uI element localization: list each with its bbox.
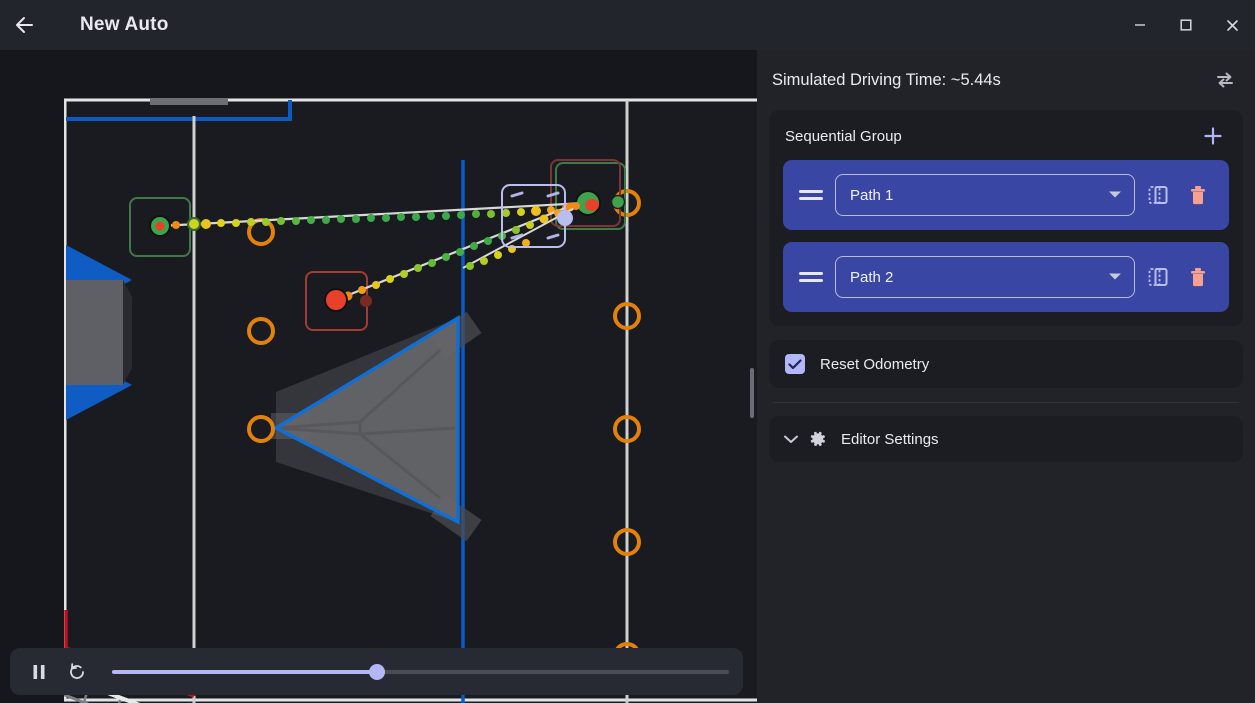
duplicate-path-button[interactable] bbox=[1141, 260, 1175, 294]
title-bar: New Auto bbox=[0, 0, 1255, 50]
editor-settings-row[interactable]: Editor Settings bbox=[769, 416, 1243, 462]
delete-path-button[interactable] bbox=[1181, 260, 1215, 294]
path-select-value: Path 1 bbox=[850, 186, 894, 204]
path-command-row[interactable]: Path 2 bbox=[783, 242, 1229, 312]
duplicate-icon bbox=[1148, 186, 1168, 204]
field-diagram bbox=[64, 98, 757, 703]
chevron-down-icon bbox=[1108, 186, 1122, 204]
playback-slider[interactable] bbox=[112, 661, 729, 683]
chevron-down-icon bbox=[1108, 268, 1122, 286]
reset-odometry-checkbox[interactable] bbox=[785, 354, 805, 374]
playback-bar bbox=[10, 648, 743, 695]
close-icon bbox=[1226, 19, 1238, 31]
close-button[interactable] bbox=[1209, 0, 1255, 50]
swap-view-button[interactable] bbox=[1210, 65, 1240, 95]
path-select-value: Path 2 bbox=[850, 268, 894, 286]
sequential-group-header: Sequential Group bbox=[783, 122, 1229, 150]
panel-divider bbox=[773, 402, 1239, 403]
restart-icon bbox=[70, 662, 84, 679]
back-button[interactable] bbox=[0, 0, 48, 50]
path-select-dropdown[interactable]: Path 2 bbox=[835, 256, 1135, 298]
pause-icon bbox=[33, 664, 45, 679]
path-select-dropdown[interactable]: Path 1 bbox=[835, 174, 1135, 216]
simulated-driving-time-label: Simulated Driving Time: ~5.44s bbox=[772, 70, 1001, 89]
auto-routine-panel: Simulated Driving Time: ~5.44s Sequentia… bbox=[757, 50, 1255, 703]
autonomous-path-editor-window: New Auto Simulated Driving Time: ~5.44s … bbox=[0, 0, 1255, 703]
slider-thumb[interactable] bbox=[369, 663, 386, 680]
drag-handle-icon[interactable] bbox=[799, 272, 823, 282]
duplicate-icon bbox=[1148, 268, 1168, 286]
minimize-button[interactable] bbox=[1117, 0, 1163, 50]
chevron-down-icon[interactable] bbox=[783, 434, 809, 444]
trash-icon bbox=[1191, 268, 1205, 287]
page-title: New Auto bbox=[80, 14, 169, 35]
plus-icon bbox=[1204, 127, 1222, 145]
drag-handle-icon[interactable] bbox=[799, 190, 823, 200]
slider-fill bbox=[112, 669, 378, 674]
sequential-group-label: Sequential Group bbox=[785, 127, 902, 145]
reset-odometry-row[interactable]: Reset Odometry bbox=[769, 340, 1243, 388]
arrow-left-icon bbox=[16, 17, 33, 33]
trash-icon bbox=[1191, 186, 1205, 205]
editor-settings-label: Editor Settings bbox=[841, 430, 939, 448]
swap-arrows-icon bbox=[1217, 72, 1233, 88]
restart-button[interactable] bbox=[62, 657, 92, 687]
panel-header: Simulated Driving Time: ~5.44s bbox=[769, 50, 1243, 110]
minimize-icon bbox=[1135, 24, 1145, 26]
duplicate-path-button[interactable] bbox=[1141, 178, 1175, 212]
field-vertical-scrollbar[interactable] bbox=[750, 368, 754, 418]
window-controls bbox=[1117, 0, 1255, 50]
sequential-group-card: Sequential Group Path 1 Path 2 bbox=[769, 110, 1243, 326]
maximize-icon bbox=[1180, 19, 1192, 31]
play-pause-button[interactable] bbox=[24, 657, 54, 687]
add-command-button[interactable] bbox=[1199, 122, 1227, 150]
delete-path-button[interactable] bbox=[1181, 178, 1215, 212]
field-canvas[interactable] bbox=[0, 50, 757, 703]
maximize-button[interactable] bbox=[1163, 0, 1209, 50]
gear-icon bbox=[809, 430, 837, 448]
check-icon bbox=[788, 358, 802, 369]
path-command-row[interactable]: Path 1 bbox=[783, 160, 1229, 230]
reset-odometry-label: Reset Odometry bbox=[820, 355, 930, 373]
